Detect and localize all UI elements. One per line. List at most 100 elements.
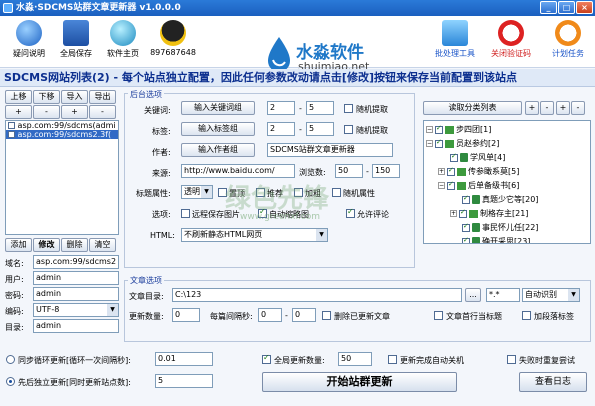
tree-checkbox[interactable] xyxy=(462,236,470,243)
category-plus2-button[interactable]: + xyxy=(556,101,570,115)
read-category-button[interactable]: 读取分类列表 xyxy=(423,101,522,115)
delete-site-button[interactable]: 删除 xyxy=(61,238,88,252)
tree-checkbox[interactable] xyxy=(450,152,458,162)
encoding-select[interactable]: UTF-8 ▼ xyxy=(33,303,119,317)
author-field[interactable]: SDCMS站群文章更新器 xyxy=(267,143,393,157)
views-min-field[interactable]: 50 xyxy=(335,164,363,178)
close-button[interactable]: × xyxy=(576,1,593,14)
tree-checkbox[interactable] xyxy=(459,208,467,218)
move-up-button[interactable]: 上移 xyxy=(5,90,32,104)
allow-comment-checkbox[interactable] xyxy=(346,207,355,218)
domain-field[interactable]: asp.com:99/sdcms2 xyxy=(33,255,119,269)
tree-node[interactable]: 真题少它等[20] xyxy=(462,194,538,205)
import-button[interactable]: 导入 xyxy=(61,90,88,104)
home-tool[interactable]: 软件主页 xyxy=(100,20,146,59)
add-paragraph-checkbox[interactable] xyxy=(522,311,531,320)
tree-node[interactable]: 确开采思[23] xyxy=(462,236,530,243)
tree-node[interactable]: + 传参瞰系莫[5] xyxy=(438,166,519,177)
tree-node[interactable]: − 步四团[1] xyxy=(426,124,491,135)
global-count-checkbox[interactable] xyxy=(262,353,271,364)
tree-node[interactable]: + 制格存主[21] xyxy=(450,208,528,219)
tag-random-checkbox[interactable] xyxy=(344,125,353,134)
seq-update-radio[interactable] xyxy=(6,377,15,386)
password-field[interactable]: admin xyxy=(33,287,119,301)
views-max-field[interactable]: 150 xyxy=(372,164,400,178)
encoding-detect-select[interactable]: 自动识别 ▼ xyxy=(522,288,580,302)
view-log-button[interactable]: 查看日志 xyxy=(519,372,587,392)
auto-shutdown-checkbox[interactable] xyxy=(388,355,397,364)
site-plus2-button[interactable]: + xyxy=(61,105,88,119)
site-list-item[interactable]: asp.com:99/sdcms(admi xyxy=(6,121,118,130)
modify-site-button[interactable]: 修改 xyxy=(33,238,60,252)
interval-min-field[interactable]: 0 xyxy=(258,308,282,322)
qq-tool[interactable]: 897687648 xyxy=(150,20,196,57)
first-line-title-checkbox[interactable] xyxy=(434,311,443,320)
global-count-field[interactable]: 50 xyxy=(338,352,372,366)
site-list-item-selected[interactable]: asp.com:99/sdcms2.3f( xyxy=(6,130,118,139)
tree-node[interactable]: 事民怀儿任[22] xyxy=(462,222,538,233)
file-ext-field[interactable]: *.* xyxy=(486,288,520,302)
user-field[interactable]: admin xyxy=(33,271,119,285)
article-dir-field[interactable]: C:\123 xyxy=(172,288,462,302)
move-down-button[interactable]: 下移 xyxy=(33,90,60,104)
collapse-icon[interactable]: − xyxy=(426,126,433,133)
dir-field[interactable]: admin xyxy=(33,319,119,333)
site-minus-button[interactable]: - xyxy=(33,105,60,119)
tree-checkbox[interactable] xyxy=(435,124,443,134)
update-count-field[interactable]: 0 xyxy=(172,308,200,322)
author-button[interactable]: 输入作者组 xyxy=(181,143,255,157)
export-button[interactable]: 导出 xyxy=(89,90,116,104)
sync-interval-field[interactable]: 0.01 xyxy=(155,352,213,366)
schedule-tool[interactable]: 计划任务 xyxy=(545,20,591,59)
maximize-button[interactable]: □ xyxy=(558,1,575,14)
tree-checkbox[interactable] xyxy=(462,194,470,204)
clear-sites-button[interactable]: 清空 xyxy=(89,238,116,252)
minimize-button[interactable]: _ xyxy=(540,1,557,14)
attr-random-checkbox[interactable] xyxy=(332,188,341,197)
captcha-tool[interactable]: 关闭验证码 xyxy=(488,20,534,59)
keyword-button[interactable]: 输入关键词组 xyxy=(181,101,255,115)
site-checkbox[interactable] xyxy=(8,122,15,129)
html-select[interactable]: 不刷新静态HTML网页 ▼ xyxy=(181,228,328,242)
tree-checkbox[interactable] xyxy=(462,222,470,232)
keyword-random-checkbox[interactable] xyxy=(344,104,353,113)
keyword-max-field[interactable]: 5 xyxy=(306,101,334,115)
site-list[interactable]: asp.com:99/sdcms(admi asp.com:99/sdcms2.… xyxy=(5,120,119,235)
title-attr-select[interactable]: 透明 ▼ xyxy=(181,185,213,199)
keyword-min-field[interactable]: 2 xyxy=(267,101,295,115)
category-minus2-button[interactable]: - xyxy=(571,101,585,115)
category-tree[interactable]: − 步四团[1] − 员赵参约[2] 学风单[4] + 传参瞰系莫[5] − 后单备级书… xyxy=(423,120,591,244)
remote-save-checkbox[interactable] xyxy=(181,209,190,218)
site-minus2-button[interactable]: - xyxy=(89,105,116,119)
add-site-button[interactable]: 添加 xyxy=(5,238,32,252)
interval-max-field[interactable]: 0 xyxy=(292,308,316,322)
category-plus-button[interactable]: + xyxy=(525,101,539,115)
concurrent-sites-field[interactable]: 5 xyxy=(155,374,213,388)
save-tool[interactable]: 全局保存 xyxy=(53,20,99,59)
start-update-button[interactable]: 开始站群更新 xyxy=(262,372,457,392)
sync-update-radio[interactable] xyxy=(6,355,15,364)
retry-checkbox[interactable] xyxy=(507,355,516,364)
tag-button[interactable]: 输入标签组 xyxy=(181,122,255,136)
site-checkbox[interactable] xyxy=(8,131,15,138)
browse-button[interactable]: ... xyxy=(465,288,481,302)
site-plus-button[interactable]: + xyxy=(5,105,32,119)
bulk-tool[interactable]: 批处理工具 xyxy=(432,20,478,59)
expand-icon[interactable]: + xyxy=(450,210,457,217)
collapse-icon[interactable]: − xyxy=(426,140,433,147)
tree-node[interactable]: − 后单备级书[6] xyxy=(438,180,519,191)
category-minus-button[interactable]: - xyxy=(540,101,554,115)
folder-icon xyxy=(445,139,454,148)
tree-checkbox[interactable] xyxy=(447,180,455,190)
tree-node[interactable]: − 员赵参约[2] xyxy=(426,138,499,149)
tree-checkbox[interactable] xyxy=(447,166,455,176)
collapse-icon[interactable]: − xyxy=(438,182,445,189)
tag-min-field[interactable]: 2 xyxy=(267,122,295,136)
tag-max-field[interactable]: 5 xyxy=(306,122,334,136)
expand-icon[interactable]: + xyxy=(438,168,445,175)
delete-after-checkbox[interactable] xyxy=(322,311,331,320)
tree-checkbox[interactable] xyxy=(435,138,443,148)
source-field[interactable]: http://www.baidu.com/ xyxy=(181,164,295,178)
help-tool[interactable]: 疑问说明 xyxy=(6,20,52,59)
tree-node[interactable]: 学风单[4] xyxy=(450,152,505,163)
